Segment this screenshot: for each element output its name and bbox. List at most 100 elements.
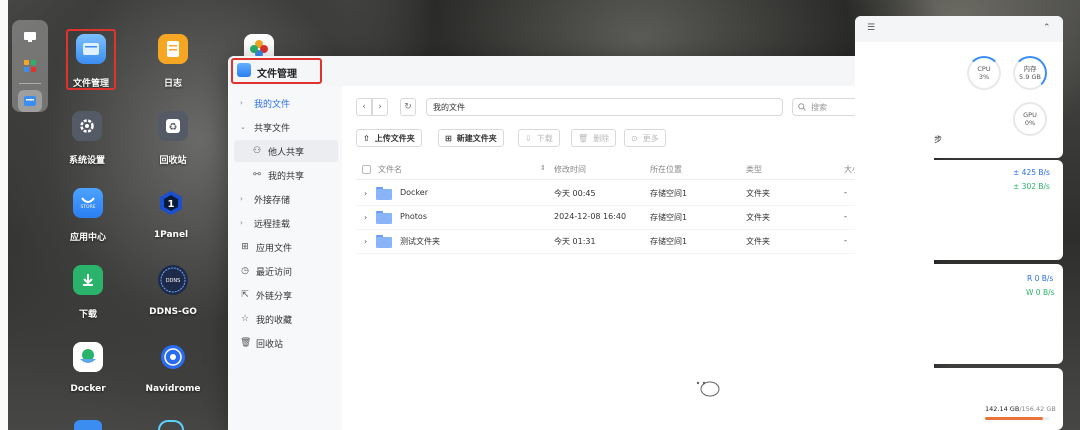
column-location[interactable]: 所在位置 [650, 164, 682, 175]
chevron-left-icon: ‹ [362, 102, 366, 112]
back-button[interactable]: ‹ [356, 98, 372, 116]
monitor-icon[interactable] [18, 26, 42, 48]
sidebar-item-app-files[interactable]: ⊞ 应用文件 [234, 236, 338, 258]
expand-chevron-icon[interactable]: › [364, 189, 367, 198]
widget-menu-icon[interactable]: ☰ [867, 23, 875, 33]
column-name[interactable]: 文件名 [378, 164, 402, 175]
file-size: - [844, 212, 847, 221]
table-row[interactable]: › 测试文件夹 今天 01:31 存储空间1 文件夹 - [356, 230, 922, 254]
sidebar: › 我的文件 ⌄ 共享文件 ⚇ 他人共享 ⚯ 我的共享 › 外接存储 › 远程挂… [228, 86, 342, 430]
sidebar-item-favorites[interactable]: ☆ 我的收藏 [234, 308, 338, 330]
gpu-value: 0% [1024, 119, 1036, 127]
sidebar-item-shared-with-me[interactable]: ⚇ 他人共享 [234, 140, 338, 162]
disk-io-widget: R 0 B/s W 0 B/s [855, 264, 1063, 364]
desktop-icon-download[interactable]: 下载 [58, 265, 118, 320]
partial-app-icon[interactable] [74, 420, 102, 430]
file-name: 测试文件夹 [400, 237, 440, 246]
desktop-icon-settings[interactable]: 系统设置 [57, 111, 117, 166]
new-folder-button[interactable]: ⊞ 新建文件夹 [438, 129, 504, 147]
share-icon: ⚯ [253, 170, 261, 180]
table-row[interactable]: › Photos 2024-12-08 16:40 存储空间1 文件夹 - [356, 206, 922, 230]
select-all-checkbox[interactable] [362, 165, 371, 174]
watermark-text: 公众号 · 小白电脑技术 [728, 373, 989, 402]
desktop-icon-ddns-go[interactable]: DDNS DDNS-GO [143, 265, 203, 317]
sidebar-item-recent[interactable]: ◷ 最近访问 [234, 260, 338, 282]
forward-button[interactable]: › [372, 98, 388, 116]
sidebar-item-remote-mount[interactable]: › 远程挂载 [234, 212, 338, 234]
watermark: 公众号 · 小白电脑技术 [690, 368, 989, 404]
download-button[interactable]: ⇩ 下载 [518, 129, 560, 147]
desktop-icon-label: 系统设置 [68, 156, 105, 166]
delete-button[interactable]: 🗑 删除 [571, 129, 617, 147]
sidebar-item-my-files[interactable]: › 我的文件 [234, 92, 338, 114]
file-name: Photos [400, 212, 427, 221]
download-icon [73, 265, 103, 295]
search-icon [798, 103, 806, 111]
storage-bar [985, 417, 1049, 420]
file-size: - [844, 188, 847, 197]
storage-bar-fill [985, 417, 1044, 420]
svg-text:DDNS: DDNS [166, 278, 181, 284]
file-type: 文件夹 [746, 213, 770, 222]
sidebar-item-shared-files[interactable]: ⌄ 共享文件 [234, 116, 338, 138]
search-placeholder: 搜索 [811, 102, 827, 112]
table-row[interactable]: › Docker 今天 00:45 存储空间1 文件夹 - [356, 182, 922, 206]
path-input[interactable]: 我的文件 [426, 98, 783, 116]
sidebar-item-external-storage[interactable]: › 外接存储 [234, 188, 338, 210]
globe-icon: DDNS [158, 265, 188, 295]
sidebar-item-my-shares[interactable]: ⚯ 我的共享 [234, 164, 338, 186]
chevron-right-icon: › [378, 102, 382, 112]
desktop-icon-logs[interactable]: 日志 [143, 34, 203, 89]
selection-highlight [66, 29, 116, 90]
svg-text:1: 1 [168, 199, 175, 210]
sidebar-item-label: 回收站 [256, 339, 284, 350]
sidebar-item-label: 外接存储 [254, 195, 291, 206]
desktop-icon-1panel[interactable]: 1 1Panel [141, 188, 201, 240]
widget-header: ☰ ⌃ [855, 16, 1063, 42]
star-icon: ☆ [240, 314, 250, 324]
file-manager-dock-icon[interactable] [18, 89, 42, 113]
gpu-label: GPU [1023, 110, 1037, 119]
desktop-icon-docker[interactable]: Docker [58, 342, 118, 394]
cpu-label: CPU [977, 64, 991, 73]
file-modified: 今天 00:45 [554, 189, 596, 198]
trash-icon: 🗑 [240, 338, 252, 348]
window-titlebar[interactable]: 文件管理 – ☐ ✕ [228, 56, 934, 86]
desktop-icon-app-center[interactable]: STORE 应用中心 [58, 188, 118, 243]
trash-icon: 🗑 [578, 133, 589, 143]
file-size: - [844, 236, 847, 245]
system-monitor-widget: ☰ ⌃ CPU 3% 内存 5.9 GB GPU 0% 步 [855, 16, 1063, 158]
desktop-icon-label: 日志 [163, 79, 182, 89]
external-link-icon: ⇱ [241, 290, 249, 300]
network-widget: ± 425 B/s ± 302 B/s [855, 160, 1063, 260]
desktop-icon-label: Navidrome [145, 384, 201, 394]
sort-arrows-icon[interactable]: ⇕ [540, 164, 546, 172]
sidebar-item-label: 外链分享 [256, 291, 293, 302]
column-modified[interactable]: 修改时间 [554, 164, 586, 175]
expand-chevron-icon[interactable]: › [364, 213, 367, 222]
upload-folder-button[interactable]: ⇧ 上传文件夹 [356, 129, 422, 147]
sidebar-item-trash[interactable]: 🗑 回收站 [234, 332, 338, 354]
grid-icon: ⊞ [241, 242, 249, 252]
column-type[interactable]: 类型 [746, 164, 762, 175]
sidebar-item-link-shares[interactable]: ⇱ 外链分享 [234, 284, 338, 306]
desktop-icon-navidrome[interactable]: Navidrome [143, 342, 203, 394]
apps-grid-icon[interactable] [18, 54, 42, 76]
cpu-gauge: CPU 3% [967, 56, 1001, 90]
refresh-icon: ↻ [404, 102, 412, 112]
store-icon: STORE [73, 188, 103, 218]
more-button[interactable]: ⊙ 更多 [624, 129, 666, 147]
collapse-icon[interactable]: ⌃ [1043, 23, 1051, 33]
file-type: 文件夹 [746, 237, 770, 246]
dock [12, 20, 48, 113]
chevron-right-icon: › [240, 219, 243, 227]
memory-value: 5.9 GB [1019, 73, 1041, 81]
partial-app-icon[interactable] [158, 420, 184, 430]
file-location: 存储空间1 [650, 237, 688, 246]
refresh-button[interactable]: ↻ [400, 98, 416, 116]
file-manager-title-icon [237, 63, 251, 77]
desktop-icon-recycle-bin[interactable]: ♻ 回收站 [143, 111, 203, 166]
download-icon: ⇩ [525, 133, 532, 143]
chevron-right-icon: › [240, 195, 243, 203]
expand-chevron-icon[interactable]: › [364, 237, 367, 246]
